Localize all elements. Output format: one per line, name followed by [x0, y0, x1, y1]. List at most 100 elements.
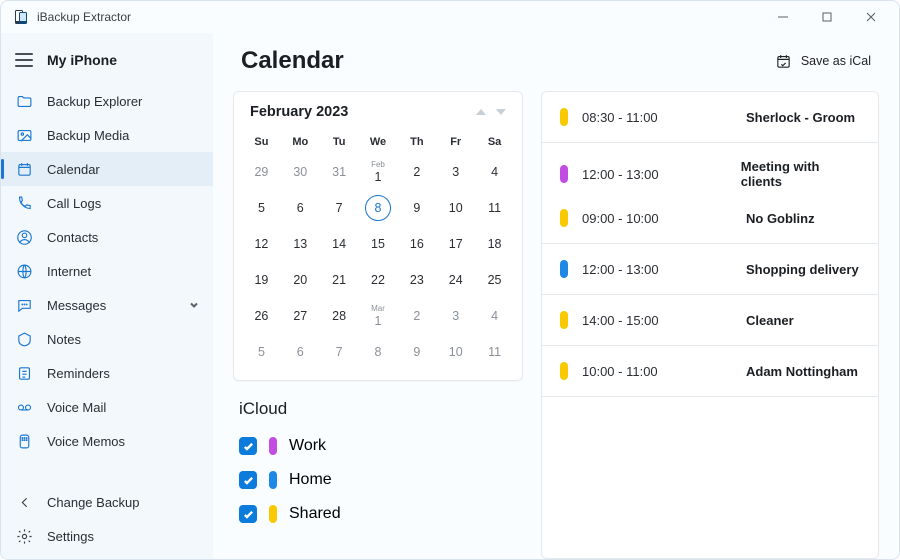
sidebar-item-voice-memos[interactable]: Voice Memos	[1, 424, 213, 458]
event-title: Adam Nottingham	[746, 364, 858, 379]
reminder-icon	[15, 364, 33, 382]
calendar-day[interactable]: 9	[397, 334, 436, 370]
back-icon	[15, 493, 33, 511]
calendar-day[interactable]: 12	[242, 226, 281, 262]
calendar-day[interactable]: 22	[359, 262, 398, 298]
sidebar-item-change-backup[interactable]: Change Backup	[1, 485, 213, 519]
event-time: 09:00 - 10:00	[582, 211, 732, 226]
sidebar-item-label: Settings	[47, 529, 94, 544]
checkbox-icon[interactable]	[239, 437, 257, 455]
event-row[interactable]: 08:30 - 11:00Sherlock - Groom	[542, 98, 878, 136]
calendar-day[interactable]: 6	[281, 190, 320, 226]
mic-icon	[15, 432, 33, 450]
calendar-day[interactable]: 13	[281, 226, 320, 262]
event-day-group: 14:00 - 15:00Cleaner	[542, 295, 878, 346]
calendar-day[interactable]: 16	[397, 226, 436, 262]
calendar-day[interactable]: 7	[320, 334, 359, 370]
sidebar-item-voice-mail[interactable]: Voice Mail	[1, 390, 213, 424]
events-list[interactable]: 08:30 - 11:00Sherlock - Groom 12:00 - 13:…	[541, 91, 879, 559]
calendar-day[interactable]: 4	[475, 298, 514, 334]
sidebar-item-backup-media[interactable]: Backup Media	[1, 118, 213, 152]
calendar-toggle-home[interactable]: Home	[239, 463, 517, 497]
calendar-day[interactable]: 10	[436, 334, 475, 370]
calendar-day[interactable]: 29	[242, 154, 281, 190]
event-day-group: 08:30 - 11:00Sherlock - Groom	[542, 92, 878, 143]
calendar-toggle-work[interactable]: Work	[239, 429, 517, 463]
device-label: My iPhone	[47, 52, 117, 68]
calendar-day[interactable]: 28	[320, 298, 359, 334]
event-row[interactable]: 12:00 - 13:00Shopping delivery	[542, 250, 878, 288]
calendar-day[interactable]: 15	[359, 226, 398, 262]
calendar-day[interactable]: 25	[475, 262, 514, 298]
event-day-group: 10:00 - 11:00Adam Nottingham	[542, 346, 878, 397]
sidebar-item-reminders[interactable]: Reminders	[1, 356, 213, 390]
sidebar-item-label: Call Logs	[47, 196, 101, 211]
calendar-day[interactable]: 5	[242, 334, 281, 370]
calendar-day[interactable]: 18	[475, 226, 514, 262]
event-row[interactable]: 10:00 - 11:00Adam Nottingham	[542, 352, 878, 390]
calendar-day[interactable]: 3	[436, 154, 475, 190]
sidebar-item-calendar[interactable]: Calendar	[1, 152, 213, 186]
calendar-dow: We	[359, 130, 398, 154]
calendar-day[interactable]: 7	[320, 190, 359, 226]
calendar-day[interactable]: 9	[397, 190, 436, 226]
sidebar-item-contacts[interactable]: Contacts	[1, 220, 213, 254]
event-row[interactable]: 09:00 - 10:00No Goblinz	[542, 199, 878, 237]
calendar-day[interactable]: 11	[475, 334, 514, 370]
calendar-day[interactable]: 26	[242, 298, 281, 334]
calendar-day[interactable]: 23	[397, 262, 436, 298]
maximize-button[interactable]	[805, 1, 849, 33]
app-window: iBackup Extractor My iPhone Backup Explo…	[0, 0, 900, 560]
sidebar-item-call-logs[interactable]: Call Logs	[1, 186, 213, 220]
calendar-day[interactable]: Feb1	[359, 154, 398, 190]
close-button[interactable]	[849, 1, 893, 33]
calendar-day[interactable]: 27	[281, 298, 320, 334]
app-icon	[13, 9, 29, 25]
calendar-toggle-shared[interactable]: Shared	[239, 497, 517, 531]
calendar-day[interactable]: 10	[436, 190, 475, 226]
sidebar-item-settings[interactable]: Settings	[1, 519, 213, 553]
calendar-day[interactable]: 24	[436, 262, 475, 298]
calendar-day[interactable]: Mar1	[359, 298, 398, 334]
event-title: Meeting with clients	[741, 159, 860, 189]
save-icon	[775, 52, 793, 70]
app-title: iBackup Extractor	[37, 10, 131, 24]
calendar-day[interactable]: 30	[281, 154, 320, 190]
calendar-day[interactable]: 21	[320, 262, 359, 298]
calendar-day[interactable]: 20	[281, 262, 320, 298]
device-header[interactable]: My iPhone	[1, 38, 213, 82]
checkbox-icon[interactable]	[239, 471, 257, 489]
main-header: Calendar Save as iCal	[213, 33, 899, 81]
save-as-ical-button[interactable]: Save as iCal	[775, 52, 871, 70]
sidebar-item-label: Voice Memos	[47, 434, 125, 449]
event-row[interactable]: 12:00 - 13:00Meeting with clients	[542, 149, 878, 199]
calendar-day[interactable]: 4	[475, 154, 514, 190]
calendar-dow: Su	[242, 130, 281, 154]
calendar-day[interactable]: 5	[242, 190, 281, 226]
month-label: February 2023	[250, 104, 348, 120]
sidebar-item-backup-explorer[interactable]: Backup Explorer	[1, 84, 213, 118]
sidebar-item-internet[interactable]: Internet	[1, 254, 213, 288]
event-color-pill	[560, 311, 568, 329]
calendar-day[interactable]: 31	[320, 154, 359, 190]
sidebar-item-notes[interactable]: Notes	[1, 322, 213, 356]
calendar-prev-button[interactable]	[476, 109, 486, 115]
sidebar-item-messages[interactable]: Messages	[1, 288, 213, 322]
sidebar-item-label: Voice Mail	[47, 400, 106, 415]
calendar-day[interactable]: 8	[359, 190, 398, 226]
hamburger-icon[interactable]	[15, 51, 33, 69]
checkbox-icon[interactable]	[239, 505, 257, 523]
calendar-day[interactable]: 11	[475, 190, 514, 226]
minimize-button[interactable]	[761, 1, 805, 33]
calendar-day[interactable]: 19	[242, 262, 281, 298]
sidebar-item-label: Backup Media	[47, 128, 129, 143]
calendar-day[interactable]: 14	[320, 226, 359, 262]
calendar-day[interactable]: 2	[397, 298, 436, 334]
calendar-day[interactable]: 6	[281, 334, 320, 370]
calendar-day[interactable]: 8	[359, 334, 398, 370]
calendar-next-button[interactable]	[496, 109, 506, 115]
calendar-day[interactable]: 2	[397, 154, 436, 190]
event-row[interactable]: 14:00 - 15:00Cleaner	[542, 301, 878, 339]
calendar-day[interactable]: 17	[436, 226, 475, 262]
calendar-day[interactable]: 3	[436, 298, 475, 334]
